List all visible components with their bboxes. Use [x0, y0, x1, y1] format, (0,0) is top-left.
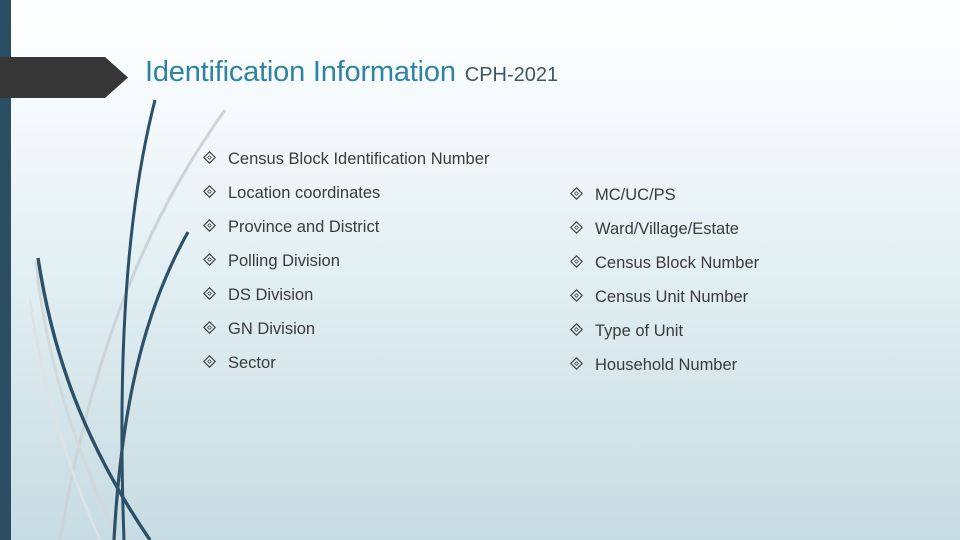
list-item-label: Sector: [228, 354, 276, 372]
list-item-label: Census Unit Number: [595, 288, 749, 306]
page-title-main: Identification Information: [145, 56, 456, 88]
diamond-bullet-icon: [570, 175, 595, 200]
list-item-label: Type of Unit: [595, 322, 684, 340]
list-item: Ward/Village/Estate: [570, 209, 900, 243]
list-item: Type of Unit: [570, 311, 900, 345]
bullet-list-right: MC/UC/PS Ward/Village/Estate Census Bloc…: [570, 175, 900, 379]
list-item: Province and District: [203, 207, 563, 241]
list-item-label: Ward/Village/Estate: [595, 220, 739, 238]
diamond-bullet-icon: [203, 343, 228, 368]
list-item: MC/UC/PS: [570, 175, 900, 209]
list-item: Polling Division: [203, 241, 563, 275]
diamond-bullet-icon: [570, 345, 595, 370]
page-title: Identification Information CPH-2021: [145, 56, 905, 89]
diamond-bullet-icon: [570, 277, 595, 302]
diamond-bullet-icon: [203, 241, 228, 266]
list-item-label: DS Division: [228, 286, 314, 304]
list-item: Sector: [203, 343, 563, 377]
list-item: GN Division: [203, 309, 563, 343]
list-item-label: Polling Division: [228, 252, 340, 270]
list-item: Location coordinates: [203, 173, 563, 207]
diamond-bullet-icon: [570, 209, 595, 234]
list-item-label: Household Number: [595, 356, 738, 374]
diamond-bullet-icon: [570, 243, 595, 268]
diamond-bullet-icon: [203, 139, 228, 164]
diamond-bullet-icon: [203, 275, 228, 300]
page-title-subtitle: CPH-2021: [464, 64, 559, 86]
list-item: Census Block Number: [570, 243, 900, 277]
left-accent-strip: [0, 0, 11, 540]
list-item: Census Block Identification Number: [203, 139, 563, 173]
list-item-label: GN Division: [228, 320, 316, 338]
diamond-bullet-icon: [203, 173, 228, 198]
list-item: DS Division: [203, 275, 563, 309]
diamond-bullet-icon: [203, 207, 228, 232]
list-item: Household Number: [570, 345, 900, 379]
title-banner-arrow: [0, 57, 128, 98]
list-item-label: Census Block Identification Number: [228, 150, 490, 168]
slide-canvas: Identification Information CPH-2021 Censu…: [0, 0, 960, 540]
diamond-bullet-icon: [203, 309, 228, 334]
diamond-bullet-icon: [570, 311, 595, 336]
list-item-label: Census Block Number: [595, 254, 760, 272]
list-item-label: Location coordinates: [228, 184, 381, 202]
list-item: Census Unit Number: [570, 277, 900, 311]
bullet-list-left: Census Block Identification Number Locat…: [203, 139, 563, 377]
list-item-label: Province and District: [228, 218, 380, 236]
list-item-label: MC/UC/PS: [595, 186, 676, 204]
